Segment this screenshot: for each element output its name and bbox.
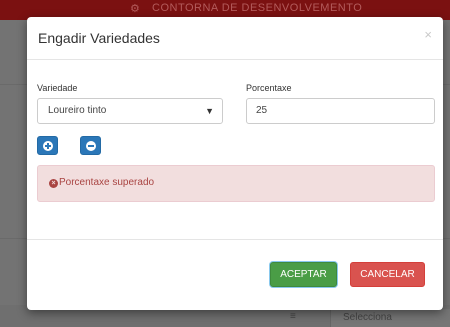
close-icon[interactable]: × xyxy=(424,27,432,42)
variety-label: Variedade xyxy=(37,83,78,93)
alert-message: Porcentaxe superado xyxy=(59,177,155,188)
error-alert: × Porcentaxe superado xyxy=(37,165,435,202)
minus-circle-icon xyxy=(86,141,96,151)
background-title: CONTORNA DE DESENVOLVEMENTO xyxy=(152,2,363,14)
percentage-label: Porcentaxe xyxy=(246,83,292,93)
x-circle-icon: × xyxy=(49,179,58,188)
menu-icon: ≡ xyxy=(290,311,296,322)
plus-circle-icon xyxy=(43,141,53,151)
remove-variety-button[interactable] xyxy=(80,136,101,155)
accept-button[interactable]: ACEPTAR xyxy=(270,262,337,287)
modal-title: Engadir Variedades xyxy=(38,30,160,46)
modal-header: Engadir Variedades × xyxy=(27,17,443,60)
cancel-button[interactable]: CANCELAR xyxy=(350,262,425,287)
background-select: Selecciona xyxy=(330,309,450,327)
add-varieties-modal: Engadir Variedades × Variedade Loureiro … xyxy=(27,17,443,310)
gear-icon: ⚙ xyxy=(130,3,140,15)
caret-down-icon: ▼ xyxy=(205,106,214,116)
variety-selected-value: Loureiro tinto xyxy=(48,105,107,116)
percentage-input[interactable]: 25 xyxy=(246,98,435,124)
add-variety-button[interactable] xyxy=(37,136,58,155)
variety-select[interactable]: Loureiro tinto ▼ xyxy=(37,98,223,124)
modal-footer-divider xyxy=(27,239,443,240)
